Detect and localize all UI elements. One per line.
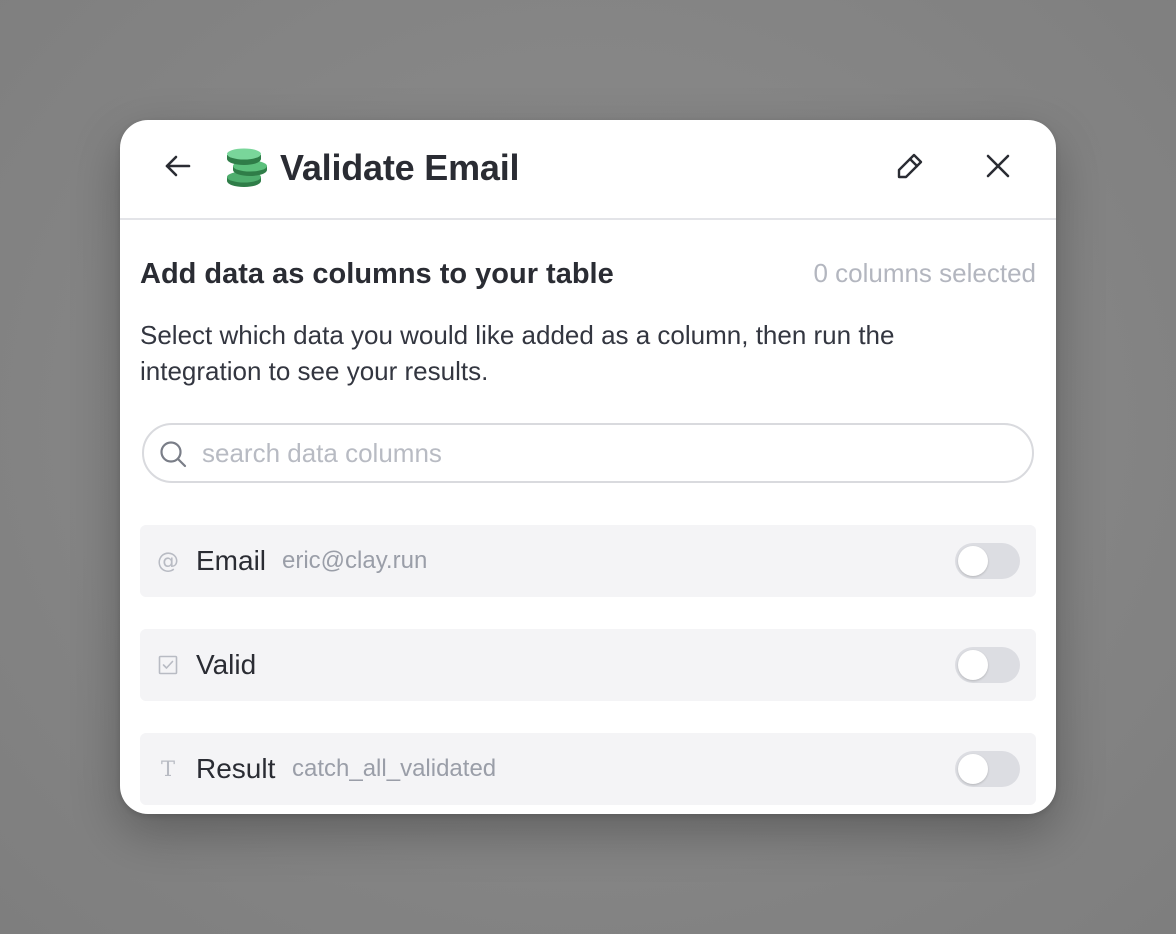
checkbox-icon [156,653,180,677]
modal-header: Validate Email [120,120,1056,220]
column-name: Email [196,545,267,576]
modal-title: Validate Email [280,147,520,188]
edit-button[interactable] [888,146,932,190]
back-button[interactable] [156,146,200,190]
close-icon [984,152,1012,185]
arrow-left-icon [163,151,193,186]
section-title: Add data as columns to your table [140,258,614,290]
pencil-icon [895,151,925,186]
section-description: Select which data you would like added a… [140,320,895,386]
search-field[interactable] [142,423,1034,483]
validate-email-modal: Validate Email Add data as columns to yo… [120,120,1056,814]
column-row-result: T Result catch_all_validated [140,733,1036,805]
column-toggle-result[interactable] [955,751,1020,787]
column-row-email: @ Email eric@clay.run [140,525,1036,597]
toggle-knob [958,754,988,784]
column-toggle-valid[interactable] [955,647,1020,683]
column-name: Result [196,753,276,784]
columns-selected-count: 0 columns selected [813,258,1036,288]
search-icon [158,439,188,469]
close-button[interactable] [976,146,1020,190]
search-input[interactable] [202,431,1002,475]
text-type-icon: T [160,757,175,781]
column-row-valid: Valid [140,629,1036,701]
toggle-knob [958,546,988,576]
toggle-knob [958,650,988,680]
column-toggle-email[interactable] [955,543,1020,579]
column-sample-value: catch_all_validated [292,755,497,782]
coin-stack-logo [224,146,270,190]
column-name: Valid [196,649,257,680]
column-sample-value: eric@clay.run [282,547,428,574]
at-sign-icon: @ [157,548,179,574]
